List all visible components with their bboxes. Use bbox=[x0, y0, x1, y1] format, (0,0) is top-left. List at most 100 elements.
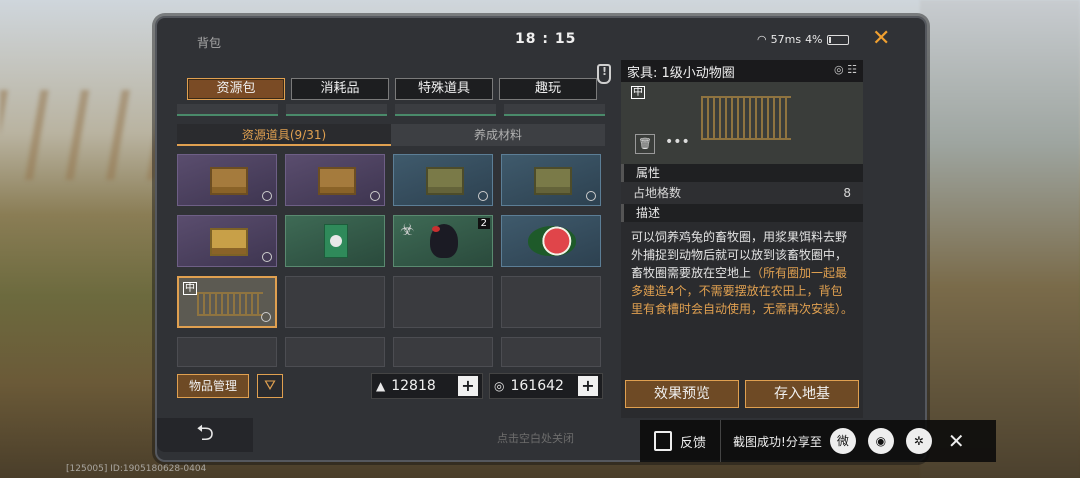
debug-info: [125005] ID:1905180628-0404 bbox=[66, 464, 207, 474]
clock-icon bbox=[261, 312, 271, 322]
empty-slot[interactable] bbox=[501, 337, 601, 367]
battery-text: 4% bbox=[805, 33, 823, 46]
panel-title: 背包 bbox=[197, 36, 222, 50]
crate-icon bbox=[210, 228, 248, 256]
crate-icon bbox=[426, 167, 464, 195]
item-grid: ☣ 2 中 bbox=[177, 154, 605, 367]
item-slot[interactable] bbox=[285, 215, 385, 267]
tab-fun[interactable]: 趣玩 bbox=[499, 78, 597, 100]
clock-icon bbox=[370, 191, 380, 201]
watermelon-icon bbox=[528, 226, 576, 256]
seed-pack-icon bbox=[324, 224, 348, 258]
slot-partial[interactable] bbox=[504, 104, 605, 116]
close-hint: 点击空白处关闭 bbox=[497, 432, 574, 445]
gold-coin-icon: ◎ bbox=[494, 379, 505, 393]
empty-slot[interactable] bbox=[501, 276, 601, 328]
manage-items-button[interactable]: 物品管理 bbox=[177, 374, 249, 398]
back-button[interactable]: ⮌ bbox=[157, 418, 253, 452]
preview-button[interactable]: 效果预览 bbox=[625, 380, 739, 408]
chicken-icon bbox=[430, 224, 458, 258]
item-slot[interactable] bbox=[501, 154, 601, 206]
size-tag: 中 bbox=[183, 282, 197, 295]
top-bar: 背包 18 : 15 ◠ 57ms 4% ✕ bbox=[157, 18, 925, 60]
feedback-button[interactable]: 反馈 bbox=[640, 420, 722, 462]
attribute-label: 占地格数 bbox=[633, 186, 682, 200]
close-icon[interactable]: ✕ bbox=[872, 26, 890, 51]
slot-partial[interactable] bbox=[395, 104, 496, 116]
item-slot[interactable] bbox=[393, 154, 493, 206]
subtabs: 资源道具(9/31) 养成材料 bbox=[177, 124, 605, 146]
currency-materials: ▲ 12818 + bbox=[371, 373, 483, 399]
crate-icon bbox=[210, 167, 248, 195]
add-gold-button[interactable]: + bbox=[578, 376, 598, 396]
feedback-label: 反馈 bbox=[680, 435, 707, 451]
clock-icon bbox=[262, 191, 272, 201]
attribute-row: 占地格数 8 bbox=[621, 182, 863, 204]
target-icon[interactable]: ◎ bbox=[834, 63, 844, 76]
wechat-icon[interactable]: ◉ bbox=[867, 428, 894, 454]
background-scenery bbox=[920, 0, 1080, 478]
moments-icon[interactable]: ✲ bbox=[905, 428, 932, 454]
detail-image: 中 🗑 ••• bbox=[621, 82, 863, 164]
animal-pen-icon bbox=[197, 292, 263, 316]
weibo-icon[interactable]: 微 bbox=[829, 428, 856, 454]
tab-resource-pack[interactable]: 资源包 bbox=[187, 78, 285, 100]
background-fence bbox=[0, 90, 170, 180]
item-count: 2 bbox=[477, 218, 490, 229]
wifi-icon: ◠ bbox=[757, 33, 767, 46]
detail-header-icons: ◎ ☷ bbox=[834, 63, 857, 76]
clock-icon bbox=[262, 252, 272, 262]
filter-icon[interactable]: ⛛ bbox=[257, 374, 283, 398]
empty-slot[interactable] bbox=[393, 337, 493, 367]
clock: 18 : 15 bbox=[515, 31, 577, 47]
item-slot[interactable]: ☣ 2 bbox=[393, 215, 493, 267]
trash-icon[interactable]: 🗑 bbox=[635, 134, 655, 154]
tab-consumables[interactable]: 消耗品 bbox=[291, 78, 389, 100]
currency-gold: ◎ 161642 + bbox=[489, 373, 603, 399]
add-materials-button[interactable]: + bbox=[458, 376, 478, 396]
crate-icon bbox=[534, 167, 572, 195]
clock-icon bbox=[478, 191, 488, 201]
empty-slot[interactable] bbox=[177, 337, 277, 367]
item-detail-panel: 家具: 1级小动物圈 ◎ ☷ 中 🗑 ••• 属性 占地格数 8 描述 可以饲养… bbox=[621, 60, 863, 418]
description-text: 可以饲养鸡兔的畜牧圈，用浆果饵料去野外捕捉到动物后就可以放到该畜牧圈中，畜牧圈需… bbox=[621, 222, 863, 324]
item-slot[interactable] bbox=[285, 154, 385, 206]
materials-amount: 12818 bbox=[391, 378, 436, 394]
detail-actions: 效果预览 存入地基 bbox=[621, 380, 863, 408]
share-bar: 反馈 截图成功!分享至 微 ◉ ✲ ✕ bbox=[640, 420, 996, 462]
empty-slot[interactable] bbox=[285, 276, 385, 328]
subtab-growth-materials[interactable]: 养成材料 bbox=[391, 124, 605, 146]
info-icon[interactable] bbox=[597, 64, 611, 84]
close-icon[interactable]: ✕ bbox=[948, 429, 965, 453]
size-tag: 中 bbox=[631, 86, 645, 99]
slot-partial[interactable] bbox=[177, 104, 278, 116]
more-icon[interactable]: ••• bbox=[665, 134, 690, 150]
status-area: ◠ 57ms 4% bbox=[757, 33, 849, 46]
biohazard-icon: ☣ bbox=[400, 220, 415, 239]
detail-title: 家具: 1级小动物圈 bbox=[627, 65, 735, 81]
item-slot[interactable] bbox=[501, 215, 601, 267]
feedback-icon bbox=[654, 431, 672, 451]
backpack-panel: 背包 18 : 15 ◠ 57ms 4% ✕ 资源包 消耗品 特殊道具 趣玩 资… bbox=[155, 16, 927, 462]
slot-partial[interactable] bbox=[286, 104, 387, 116]
item-slot-selected[interactable]: 中 bbox=[177, 276, 277, 328]
stats-icon[interactable]: ☷ bbox=[847, 63, 857, 76]
empty-slot[interactable] bbox=[285, 337, 385, 367]
tab-special-items[interactable]: 特殊道具 bbox=[395, 78, 493, 100]
crate-icon bbox=[318, 167, 356, 195]
battery-icon bbox=[826, 34, 849, 45]
item-slot[interactable] bbox=[177, 215, 277, 267]
back-arrow-icon: ⮌ bbox=[196, 421, 214, 446]
attribute-value: 8 bbox=[843, 186, 851, 200]
item-slot[interactable] bbox=[177, 154, 277, 206]
category-tabs: 资源包 消耗品 特殊道具 趣玩 bbox=[187, 78, 597, 100]
gold-amount: 161642 bbox=[510, 378, 564, 394]
ping-text: 57ms bbox=[770, 33, 802, 46]
empty-slot[interactable] bbox=[393, 276, 493, 328]
subtab-resource-items[interactable]: 资源道具(9/31) bbox=[177, 124, 391, 146]
attributes-heading: 属性 bbox=[621, 164, 863, 182]
materials-icon: ▲ bbox=[376, 379, 386, 393]
share-text: 截图成功!分享至 bbox=[733, 434, 822, 449]
store-in-base-button[interactable]: 存入地基 bbox=[745, 380, 859, 408]
animal-pen-image bbox=[701, 96, 791, 140]
